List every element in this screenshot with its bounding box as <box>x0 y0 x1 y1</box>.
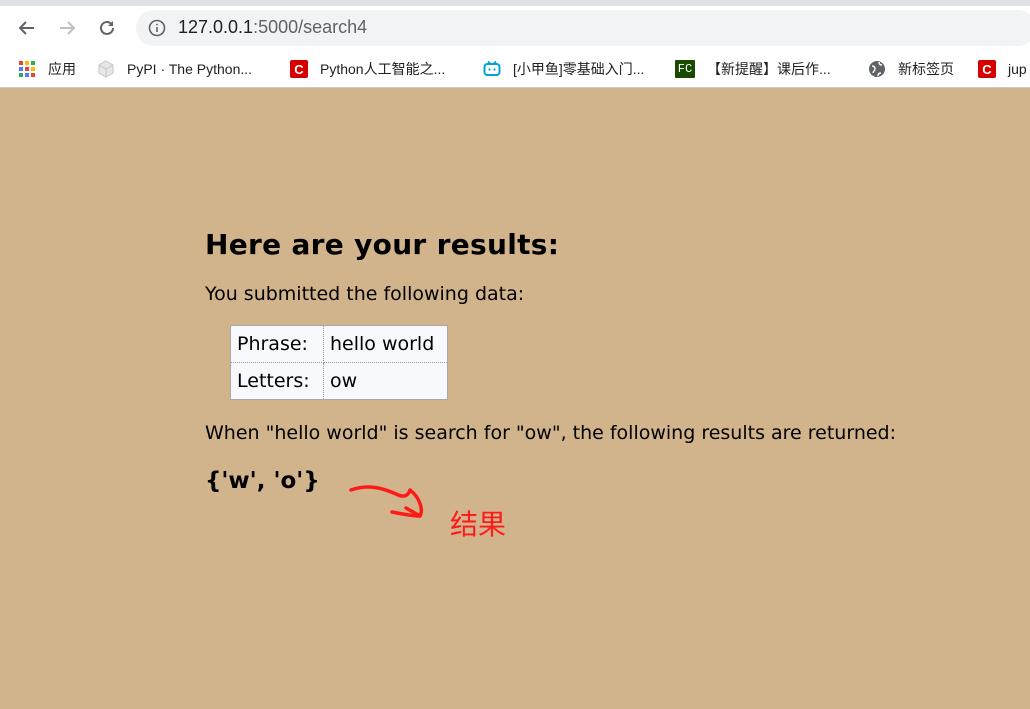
reload-icon <box>100 20 114 35</box>
bookmark-label: 应用 <box>48 61 76 77</box>
results-description: When "hello world" is search for "ow", t… <box>205 422 897 444</box>
arrow-right-icon <box>60 21 76 35</box>
bookmark-label: 新标签页 <box>898 61 954 77</box>
phrase-label: Phrase: <box>230 325 324 363</box>
letters-value: ow <box>323 362 448 400</box>
url-text: 127.0.0.1:5000/search4 <box>178 17 367 38</box>
arrow-left-icon <box>18 21 34 35</box>
bookmark-xiaojiayu[interactable]: [小甲鱼]零基础入门... <box>483 57 644 81</box>
submitted-text: You submitted the following data: <box>205 283 525 305</box>
phrase-value: hello world <box>323 325 448 363</box>
bookmarks-bar: 应用 PyPI · The Python... C Python人工智能之...… <box>0 50 1030 88</box>
result-set: {'w', 'o'} <box>205 468 320 494</box>
letters-label: Letters: <box>230 362 324 400</box>
reload-button[interactable] <box>93 14 121 42</box>
globe-icon <box>868 60 886 78</box>
bookmark-label: jup <box>1008 61 1027 77</box>
info-icon[interactable] <box>148 19 166 37</box>
bookmark-python-ai[interactable]: C Python人工智能之... <box>290 57 445 81</box>
browser-toolbar: 127.0.0.1:5000/search4 <box>0 6 1030 50</box>
csdn-icon: C <box>290 60 308 78</box>
submitted-data-table: Phrase: hello world Letters: ow <box>230 325 448 400</box>
fishc-icon: FC <box>675 60 695 78</box>
apps-grid-icon <box>18 60 36 78</box>
page-title: Here are your results: <box>205 228 560 261</box>
pypi-cube-icon <box>97 60 115 78</box>
url-path: :5000/search4 <box>253 17 368 37</box>
table-row: Letters: ow <box>230 362 448 400</box>
bookmark-jup[interactable]: C jup <box>978 57 1027 81</box>
table-row: Phrase: hello world <box>230 325 448 363</box>
bilibili-tv-icon <box>483 60 501 78</box>
bookmark-fishc[interactable]: FC 【新提醒】课后作... <box>675 57 831 81</box>
results-content: Here are your results: You submitted the… <box>205 228 965 494</box>
forward-button[interactable] <box>53 14 81 42</box>
annotation-label: 结果 <box>450 508 507 541</box>
url-host: 127.0.0.1 <box>178 17 254 37</box>
back-button[interactable] <box>13 14 41 42</box>
bookmark-label: [小甲鱼]零基础入门... <box>513 61 645 77</box>
bookmark-label: Python人工智能之... <box>320 61 446 77</box>
bookmark-new-tab[interactable]: 新标签页 <box>868 57 954 81</box>
csdn-icon: C <box>978 60 996 78</box>
bookmark-label: PyPI · The Python... <box>127 61 253 77</box>
bookmark-apps[interactable]: 应用 <box>18 57 76 81</box>
annotation-arrow-icon <box>349 485 423 518</box>
bookmark-pypi[interactable]: PyPI · The Python... <box>97 57 252 81</box>
bookmark-label: 【新提醒】课后作... <box>707 61 831 77</box>
address-bar[interactable]: 127.0.0.1:5000/search4 <box>136 10 1030 46</box>
